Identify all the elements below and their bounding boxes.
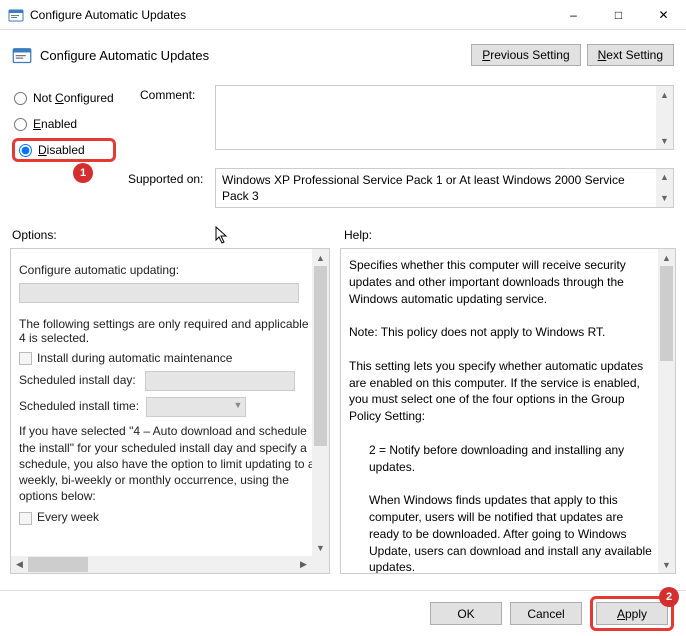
- options-text: Scheduled install time:: [19, 400, 139, 414]
- apply-highlight: Apply 2: [590, 596, 674, 631]
- help-panel: Specifies whether this computer will rec…: [340, 248, 676, 574]
- help-text: 2 = Notify before downloading and instal…: [349, 442, 653, 476]
- help-text: This setting lets you specify whether au…: [349, 358, 653, 425]
- options-text: The following settings are only required…: [19, 317, 321, 345]
- enabled-label: Enabled: [33, 117, 77, 131]
- options-text: Install during automatic maintenance: [37, 351, 232, 365]
- help-label: Help:: [344, 228, 372, 242]
- header-row: Configure Automatic Updates Previous Set…: [0, 30, 686, 74]
- comment-label: Comment:: [140, 88, 195, 102]
- supported-on-label: Supported on:: [128, 172, 203, 186]
- scrollbar-vertical[interactable]: ▲▼: [312, 249, 329, 556]
- scrollbar-vertical[interactable]: ▲▼: [658, 249, 675, 573]
- window-title: Configure Automatic Updates: [30, 8, 186, 22]
- policy-icon: [12, 45, 32, 65]
- supported-on-text: Windows XP Professional Service Pack 1 o…: [215, 168, 674, 208]
- scrollbar-vertical[interactable]: ▲▼: [656, 86, 673, 149]
- scrollbar-vertical[interactable]: ▲▼: [656, 169, 673, 207]
- next-setting-button[interactable]: Next Setting: [587, 44, 674, 66]
- maximize-button[interactable]: □: [596, 0, 641, 30]
- minimize-button[interactable]: –: [551, 0, 596, 30]
- annotation-badge-1: 1: [73, 163, 93, 183]
- install-day-select: [145, 371, 295, 391]
- close-button[interactable]: ✕: [641, 0, 686, 30]
- scrollbar-horizontal[interactable]: ◀▶: [11, 556, 312, 573]
- options-label: Options:: [12, 228, 57, 242]
- every-week-checkbox: [19, 512, 32, 525]
- not-configured-radio[interactable]: [14, 92, 27, 105]
- install-maintenance-checkbox: [19, 352, 32, 365]
- ok-button[interactable]: OK: [430, 602, 502, 625]
- comment-textarea[interactable]: ▲▼: [215, 85, 674, 150]
- help-text: When Windows finds updates that apply to…: [349, 492, 653, 574]
- annotation-badge-2: 2: [659, 587, 679, 607]
- options-text: Configure automatic updating:: [19, 263, 321, 277]
- options-text: Scheduled install day:: [19, 374, 136, 388]
- disabled-highlight: Disabled: [12, 138, 116, 162]
- enabled-radio[interactable]: [14, 118, 27, 131]
- disabled-radio[interactable]: [19, 144, 32, 157]
- options-text: Every week: [37, 510, 99, 524]
- state-radio-group: Not Configured Enabled Disabled: [12, 85, 122, 163]
- cursor-icon: [215, 226, 229, 244]
- cancel-button[interactable]: Cancel: [510, 602, 582, 625]
- dialog-footer: OK Cancel Apply 2: [0, 590, 686, 636]
- help-text: Note: This policy does not apply to Wind…: [349, 324, 653, 341]
- titlebar: Configure Automatic Updates – □ ✕: [0, 0, 686, 30]
- previous-setting-button[interactable]: Previous Setting: [471, 44, 580, 66]
- scroll-corner: [312, 556, 329, 573]
- install-time-select: ▼: [146, 397, 246, 417]
- help-text: Specifies whether this computer will rec…: [349, 257, 653, 307]
- auto-updating-select: [19, 283, 299, 303]
- header-title: Configure Automatic Updates: [40, 48, 465, 63]
- apply-button[interactable]: Apply: [596, 602, 668, 625]
- options-panel: Configure automatic updating: The follow…: [10, 248, 330, 574]
- not-configured-label: Not Configured: [33, 91, 114, 105]
- disabled-label: Disabled: [38, 143, 85, 157]
- options-text: If you have selected "4 – Auto download …: [19, 423, 321, 504]
- policy-icon: [8, 7, 24, 23]
